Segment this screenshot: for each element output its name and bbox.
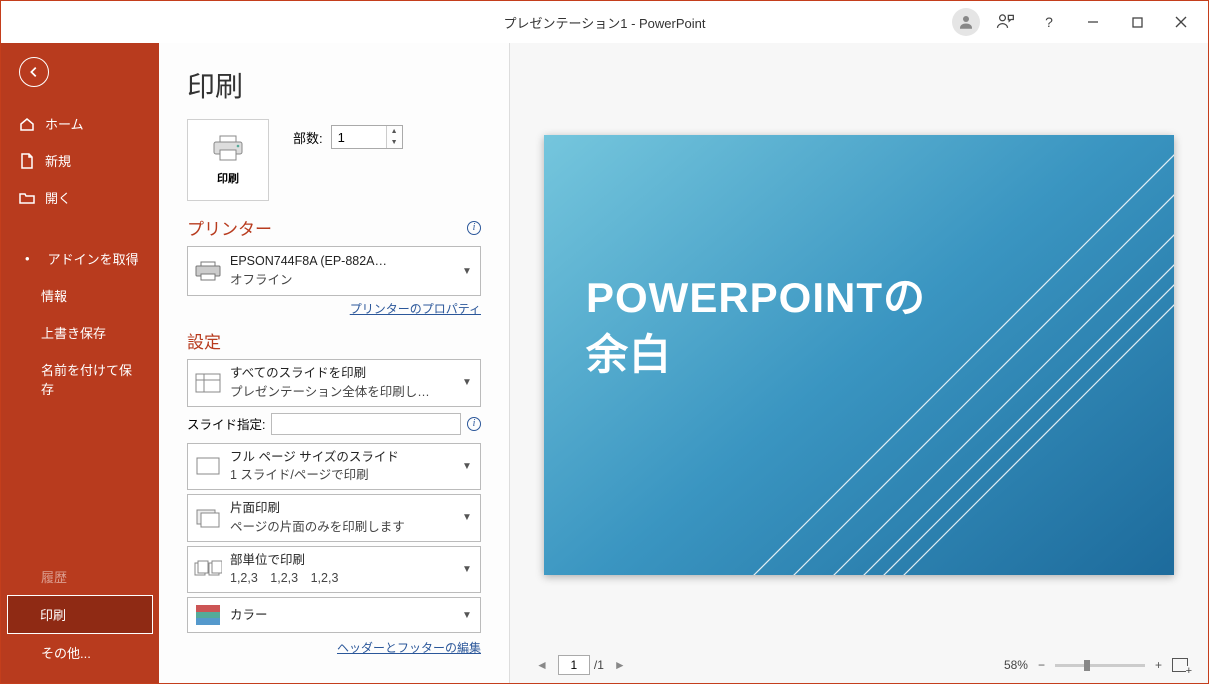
slide-spec-label: スライド指定: xyxy=(187,414,265,433)
nav-info[interactable]: 情報 xyxy=(1,277,159,314)
nav-home-label: ホーム xyxy=(45,114,84,133)
chevron-down-icon: ▼ xyxy=(462,512,474,523)
nav-history-label: 履歴 xyxy=(41,567,67,586)
zoom-in-button[interactable]: + xyxy=(1153,658,1164,672)
maximize-button[interactable] xyxy=(1118,6,1156,38)
nav-getaddins[interactable]: アドインを取得 xyxy=(1,240,159,277)
collate-combo[interactable]: 部単位で印刷 1,2,3 1,2,3 1,2,3 ▼ xyxy=(187,546,481,594)
collate-icon xyxy=(194,557,222,581)
preview-area: POWERPOINTの 余白 xyxy=(528,61,1190,649)
print-preview-panel: POWERPOINTの 余白 ◄ /1 ► xyxy=(509,43,1208,683)
copies-label: 部数: xyxy=(293,128,323,147)
zoom-out-button[interactable]: − xyxy=(1036,658,1047,672)
preview-footer: ◄ /1 ► 58% − + xyxy=(528,649,1190,675)
settings-section-title: 設定 xyxy=(187,328,481,353)
nav-open[interactable]: 開く xyxy=(1,179,159,216)
header-footer-link[interactable]: ヘッダーとフッターの編集 xyxy=(337,641,481,655)
printer-icon xyxy=(211,134,245,164)
nav-new[interactable]: 新規 xyxy=(1,142,159,179)
nav-print[interactable]: 印刷 xyxy=(7,595,153,634)
printer-section-title: プリンター xyxy=(187,215,272,240)
account-button[interactable] xyxy=(952,8,980,36)
copies-up[interactable]: ▲ xyxy=(387,126,402,137)
zoom-value: 58% xyxy=(1004,658,1028,672)
nav-saveas[interactable]: 名前を付けて保存 xyxy=(1,351,159,407)
print-button[interactable]: 印刷 xyxy=(187,119,269,201)
which-slides-combo[interactable]: すべてのスライドを印刷 プレゼンテーション全体を印刷し… ▼ xyxy=(187,359,481,407)
zoom-fit-button[interactable] xyxy=(1172,658,1188,672)
help-button[interactable]: ? xyxy=(1030,6,1068,38)
nav-more[interactable]: その他... xyxy=(1,634,159,671)
copies-spinner[interactable]: ▲ ▼ xyxy=(331,125,403,149)
nav-info-label: 情報 xyxy=(41,286,67,305)
slide-decoration xyxy=(714,135,1174,575)
folder-open-icon xyxy=(19,190,35,206)
nav-more-label: その他... xyxy=(41,643,91,662)
nav-home[interactable]: ホーム xyxy=(1,105,159,142)
prev-page-button[interactable]: ◄ xyxy=(530,656,554,674)
next-page-button[interactable]: ► xyxy=(608,656,632,674)
nav-new-label: 新規 xyxy=(45,151,71,170)
printer-device-icon xyxy=(194,259,222,283)
titlebar-right: ? xyxy=(952,6,1200,38)
zoom-slider[interactable] xyxy=(1055,664,1145,667)
nav-save[interactable]: 上書き保存 xyxy=(1,314,159,351)
duplex-combo[interactable]: 片面印刷 ページの片面のみを印刷します ▼ xyxy=(187,494,481,542)
copies-input[interactable] xyxy=(332,126,386,148)
page-input[interactable] xyxy=(558,655,590,675)
nav-getaddins-label: アドインを取得 xyxy=(48,249,139,268)
slides-all-icon xyxy=(194,371,222,395)
nav-history: 履歴 xyxy=(1,558,159,595)
backstage-sidebar: ホーム 新規 開く アドインを取得 情報 上書き保存 名前を付けて保存 履歴 印… xyxy=(1,43,159,683)
print-settings-panel: 印刷 印刷 部数: ▲ ▼ xyxy=(159,43,509,683)
print-button-label: 印刷 xyxy=(217,170,239,186)
nav-print-label: 印刷 xyxy=(40,605,66,624)
close-button[interactable] xyxy=(1162,6,1200,38)
copies-down[interactable]: ▼ xyxy=(387,137,402,148)
titlebar: プレゼンテーション1 - PowerPoint ? xyxy=(1,1,1208,43)
fullpage-icon xyxy=(194,454,222,478)
page-title: 印刷 xyxy=(187,65,481,105)
minimize-button[interactable] xyxy=(1074,6,1112,38)
slide-spec-input[interactable] xyxy=(271,413,461,435)
printer-combo[interactable]: EPSON744F8A (EP-882A… オフライン ▼ xyxy=(187,246,481,296)
chevron-down-icon: ▼ xyxy=(462,564,474,575)
window-title: プレゼンテーション1 - PowerPoint xyxy=(503,13,705,32)
nav-saveas-label: 名前を付けて保存 xyxy=(41,360,141,398)
layout-combo[interactable]: フル ページ サイズのスライド 1 スライド/ページで印刷 ▼ xyxy=(187,443,481,491)
color-combo[interactable]: カラー ▼ xyxy=(187,597,481,633)
chevron-down-icon: ▼ xyxy=(462,610,474,621)
back-button[interactable] xyxy=(19,57,49,87)
printer-info-icon[interactable]: i xyxy=(467,221,481,235)
printer-name: EPSON744F8A (EP-882A… xyxy=(230,252,454,271)
slide-spec-info-icon[interactable]: i xyxy=(467,417,481,431)
printer-properties-link[interactable]: プリンターのプロパティ xyxy=(350,302,481,316)
page-total: /1 xyxy=(594,658,604,672)
nav-save-label: 上書き保存 xyxy=(41,323,106,342)
slide-preview: POWERPOINTの 余白 xyxy=(544,135,1174,575)
printer-status: オフライン xyxy=(230,271,454,290)
chevron-down-icon: ▼ xyxy=(462,266,474,277)
chevron-down-icon: ▼ xyxy=(462,377,474,388)
single-side-icon xyxy=(194,506,222,530)
new-icon xyxy=(19,153,35,169)
feedback-icon[interactable] xyxy=(986,6,1024,38)
home-icon xyxy=(19,116,35,132)
nav-open-label: 開く xyxy=(45,188,71,207)
color-icon xyxy=(194,603,222,627)
chevron-down-icon: ▼ xyxy=(462,461,474,472)
